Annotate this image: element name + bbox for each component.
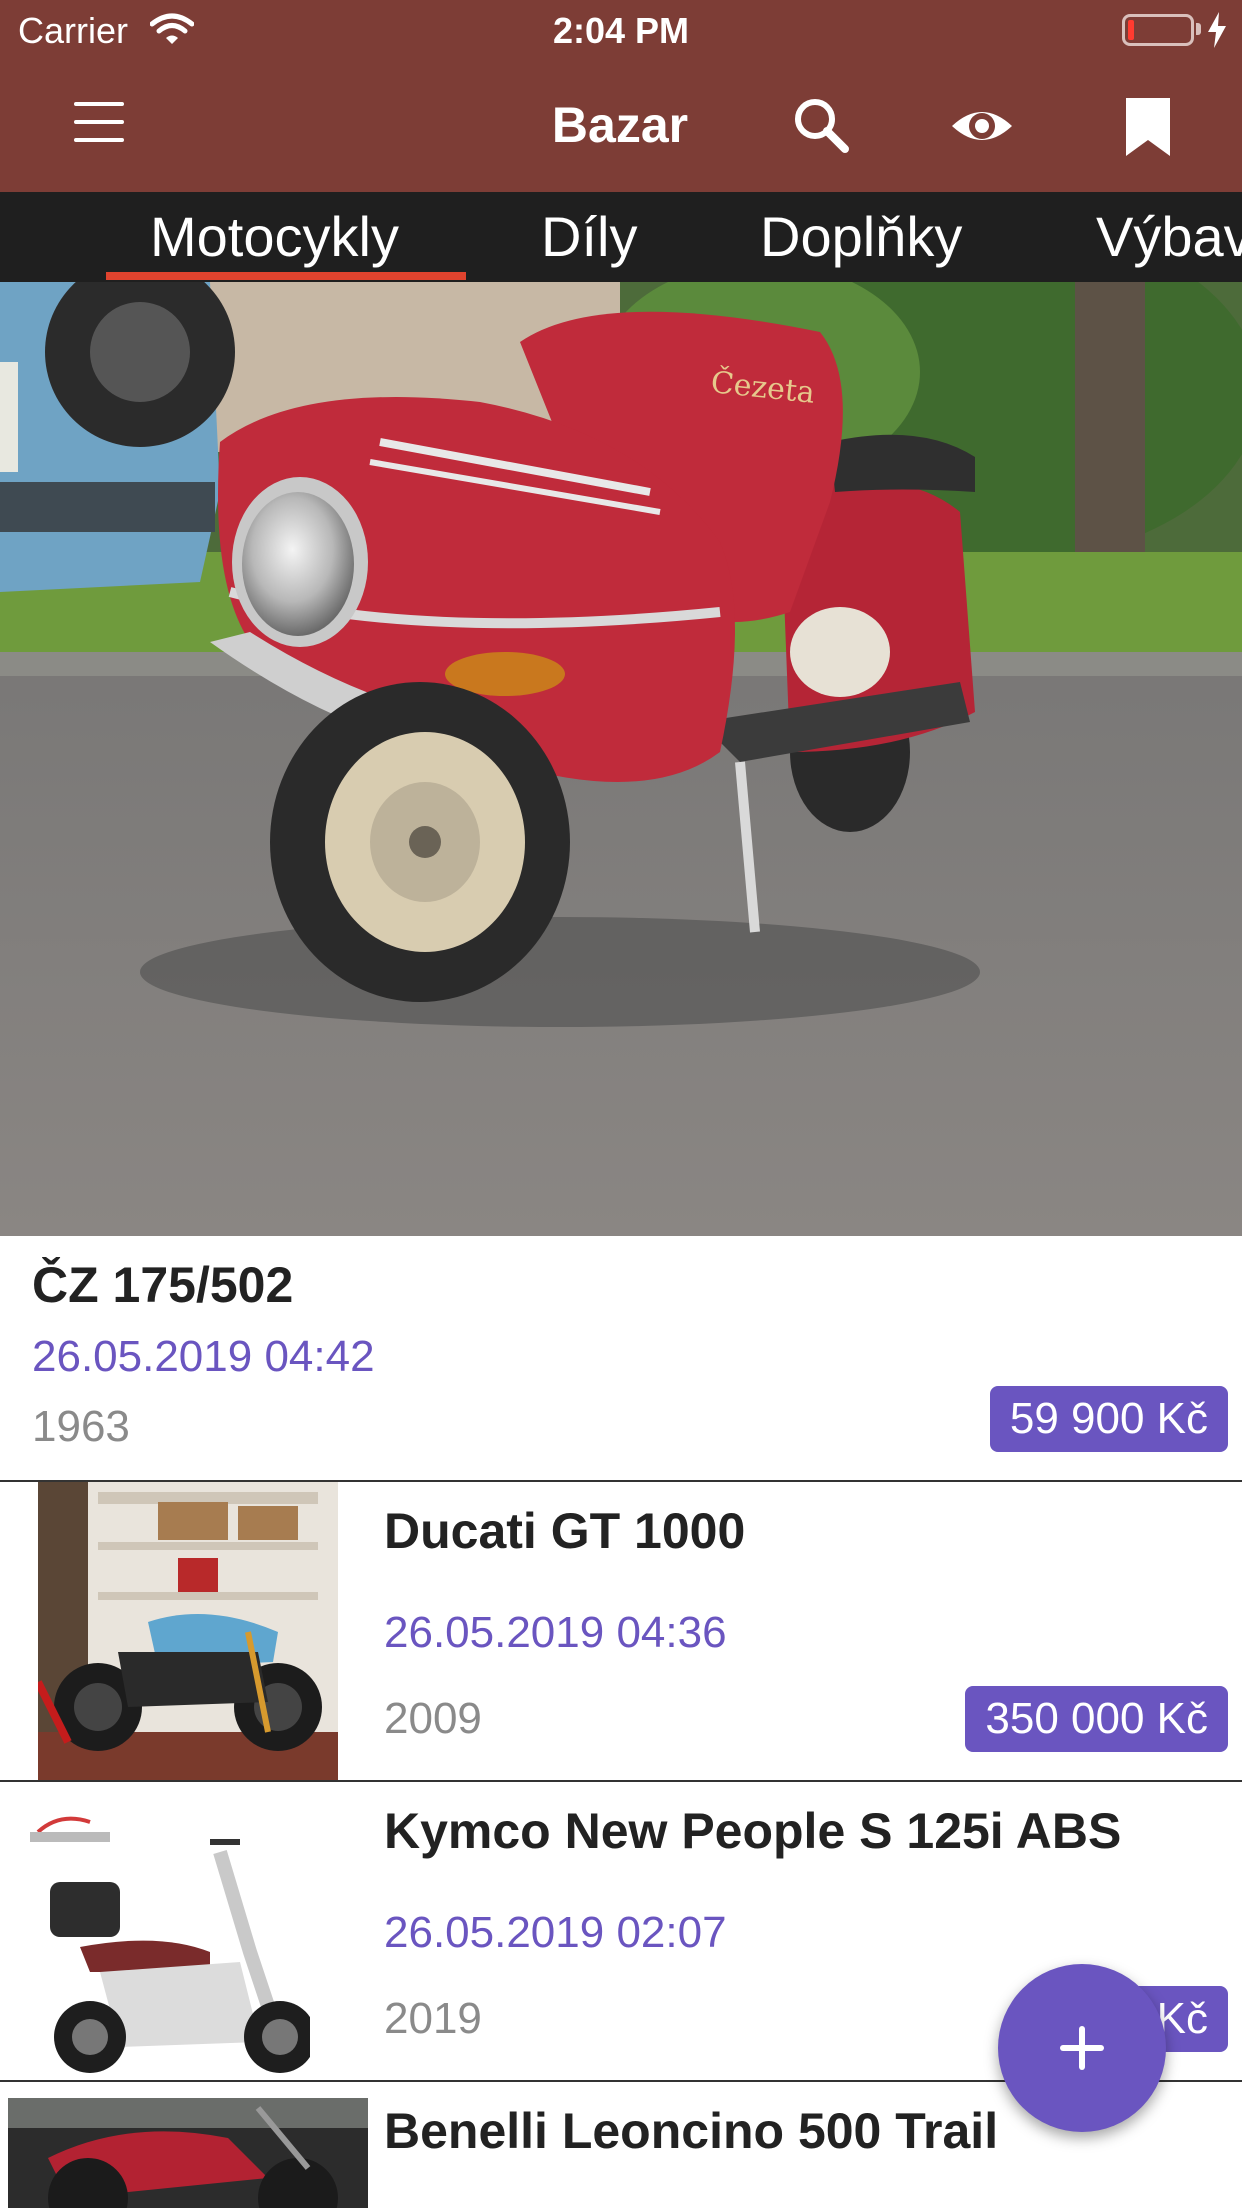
featured-listing[interactable]: ČZ 175/502 26.05.2019 04:42 1963 59 900 … (0, 1236, 1242, 1482)
featured-photo[interactable]: Čezeta (0, 282, 1242, 1236)
search-icon[interactable] (790, 94, 854, 158)
menu-button[interactable] (74, 100, 124, 144)
listing-year: 2009 (384, 1694, 482, 1743)
battery-cap (1196, 23, 1201, 35)
listing-title: Ducati GT 1000 (384, 1503, 746, 1559)
eye-icon[interactable] (950, 94, 1014, 158)
listing-year: 2019 (384, 1994, 482, 2043)
bookmark-icon[interactable] (1116, 94, 1180, 158)
tab-doplnky[interactable]: Doplňky (760, 204, 962, 269)
tab-vybava[interactable]: Výbav (1096, 204, 1242, 269)
price-badge: 59 900 Kč (989, 1386, 1228, 1452)
listing-thumbnail (8, 2098, 368, 2208)
scooter-photo: Čezeta (0, 282, 1242, 1236)
listing-thumbnail (38, 1482, 338, 1780)
plus-icon (1079, 2026, 1085, 2070)
charging-icon (1208, 12, 1226, 48)
listing-date: 26.05.2019 02:07 (384, 1908, 727, 1957)
nav-bar: Bazar (0, 60, 1242, 192)
list-item[interactable]: Ducati GT 1000 26.05.2019 04:36 2009 350… (0, 1482, 1242, 1782)
listing-date: 26.05.2019 04:42 (32, 1332, 375, 1381)
listing-date: 26.05.2019 04:36 (384, 1608, 727, 1657)
tab-dily[interactable]: Díly (541, 204, 637, 269)
menu-icon-line (74, 120, 124, 124)
category-tabs: Motocykly Díly Doplňky Výbav (0, 192, 1242, 282)
clock: 2:04 PM (552, 10, 690, 51)
listing-year: 1963 (32, 1402, 130, 1451)
price-badge: 350 000 Kč (965, 1686, 1228, 1752)
listing-title: Kymco New People S 125i ABS (384, 1803, 1122, 1859)
add-listing-button[interactable] (998, 1964, 1166, 2132)
listing-title: Benelli Leoncino 500 Trail (384, 2103, 999, 2159)
status-bar: Carrier 2:04 PM (0, 0, 1242, 60)
tab-motocykly[interactable]: Motocykly (150, 204, 399, 269)
battery-icon (1122, 14, 1194, 46)
menu-icon-line (74, 138, 124, 142)
page-title: Bazar (551, 97, 689, 153)
listing-title: ČZ 175/502 (32, 1257, 294, 1313)
menu-icon-line (74, 102, 124, 106)
listing-thumbnail (10, 1782, 310, 2080)
active-tab-indicator (106, 272, 466, 280)
